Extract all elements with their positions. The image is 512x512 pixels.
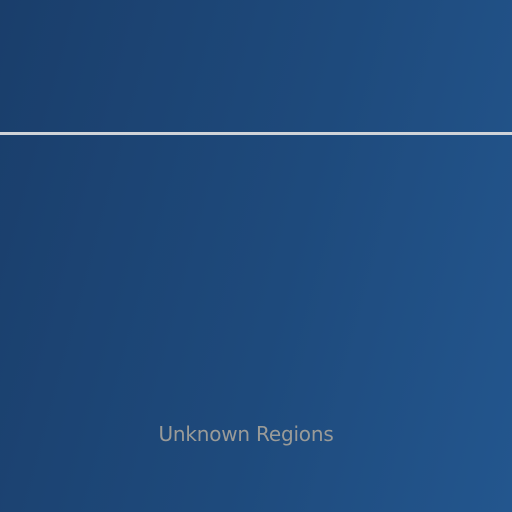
map-screen: Unknown Regions <box>0 0 512 512</box>
region-label: Unknown Regions <box>158 422 334 446</box>
horizontal-divider-line <box>0 132 512 135</box>
